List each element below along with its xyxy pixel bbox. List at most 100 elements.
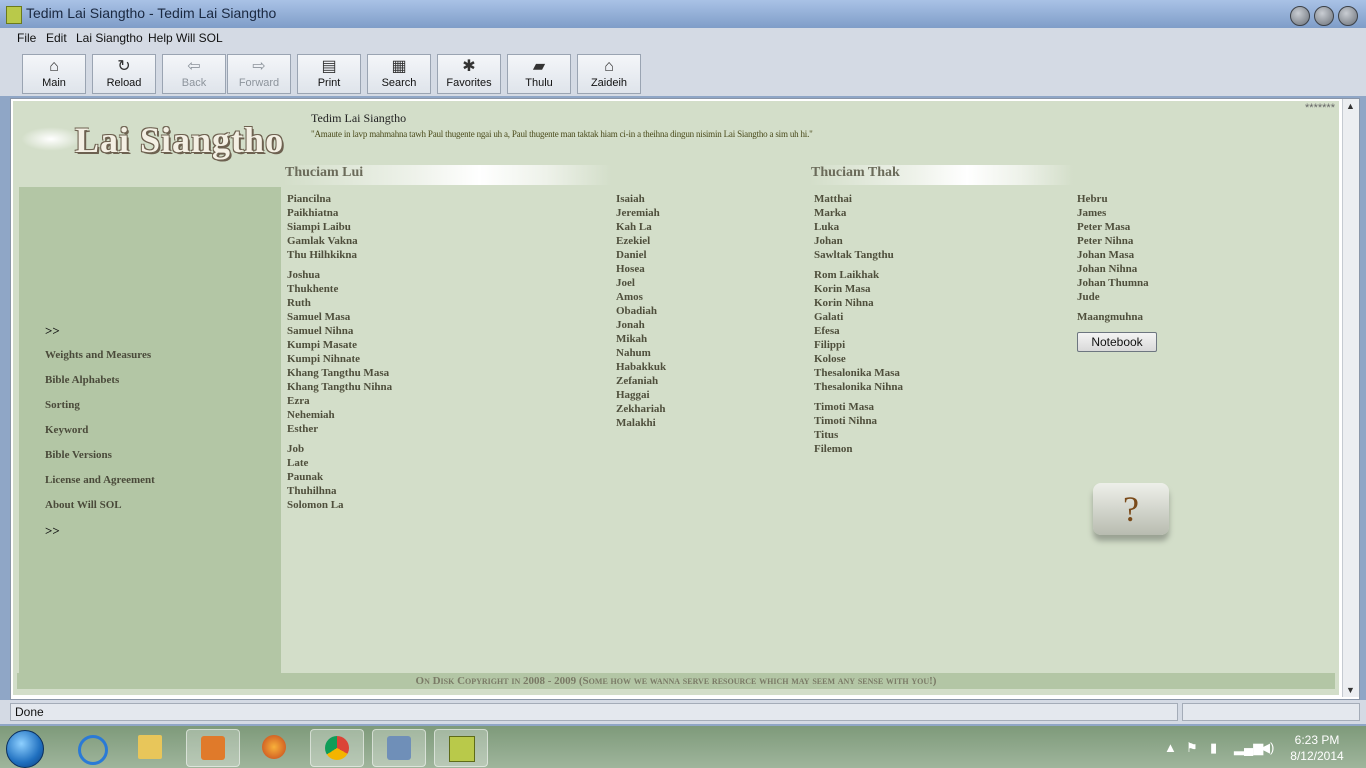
- book-link[interactable]: Piancilna: [287, 193, 331, 205]
- book-link[interactable]: Jeremiah: [616, 207, 660, 219]
- book-link[interactable]: Jonah: [616, 319, 645, 331]
- book-link[interactable]: Kolose: [814, 353, 846, 365]
- book-link[interactable]: Hosea: [616, 263, 645, 275]
- book-link[interactable]: Ezra: [287, 395, 310, 407]
- favorites-button[interactable]: ✱ Favorites: [437, 54, 501, 94]
- main-button[interactable]: ⌂ Main: [22, 54, 86, 94]
- book-link[interactable]: Joshua: [287, 269, 320, 281]
- book-link[interactable]: Ezekiel: [616, 235, 650, 247]
- book-link[interactable]: Kumpi Masate: [287, 339, 357, 351]
- print-button[interactable]: ▤ Print: [297, 54, 361, 94]
- book-link[interactable]: Kah La: [616, 221, 652, 233]
- book-link[interactable]: Filippi: [814, 339, 845, 351]
- book-link[interactable]: Mikah: [616, 333, 647, 345]
- help-icon[interactable]: ?: [1093, 483, 1169, 535]
- book-link[interactable]: Thukhente: [287, 283, 338, 295]
- volume-icon[interactable]: ◀): [1260, 740, 1274, 756]
- book-link[interactable]: Hebru: [1077, 193, 1108, 205]
- thulu-button[interactable]: ▰ Thulu: [507, 54, 571, 94]
- book-link[interactable]: Korin Masa: [814, 283, 871, 295]
- book-link[interactable]: Gamlak Vakna: [287, 235, 358, 247]
- book-link[interactable]: Kumpi Nihnate: [287, 353, 360, 365]
- book-link[interactable]: Joel: [616, 277, 635, 289]
- book-link[interactable]: Esther: [287, 423, 318, 435]
- book-link[interactable]: Paunak: [287, 471, 323, 483]
- book-link[interactable]: Johan Masa: [1077, 249, 1134, 261]
- book-link[interactable]: Jude: [1077, 291, 1100, 303]
- book-link[interactable]: Sawltak Tangthu: [814, 249, 894, 261]
- book-link[interactable]: Nahum: [616, 347, 651, 359]
- book-link[interactable]: Timoti Nihna: [814, 415, 877, 427]
- book-link[interactable]: Solomon La: [287, 499, 344, 511]
- book-link[interactable]: Galati: [814, 311, 843, 323]
- sidebar-item-keyword[interactable]: Keyword: [45, 424, 88, 436]
- search-button[interactable]: ▦ Search: [367, 54, 431, 94]
- taskbar-control-panel[interactable]: [372, 729, 426, 767]
- book-link[interactable]: Khang Tangthu Nihna: [287, 381, 392, 393]
- book-link[interactable]: Thesalonika Nihna: [814, 381, 903, 393]
- vertical-scrollbar[interactable]: ▲ ▼: [1342, 99, 1359, 697]
- minimize-button[interactable]: [1290, 6, 1310, 26]
- sidebar-item-alphabets[interactable]: Bible Alphabets: [45, 374, 119, 386]
- book-link[interactable]: Efesa: [814, 325, 840, 337]
- book-link[interactable]: Zefaniah: [616, 375, 658, 387]
- menu-lai-siangtho[interactable]: Lai Siangtho: [76, 31, 143, 45]
- tray-expand-icon[interactable]: ▲: [1164, 740, 1177, 755]
- zaideih-button[interactable]: ⌂ Zaideih: [577, 54, 641, 94]
- sidebar-chevron-top[interactable]: >>: [45, 323, 60, 339]
- book-link[interactable]: Johan Thumna: [1077, 277, 1149, 289]
- book-link[interactable]: Paikhiatna: [287, 207, 338, 219]
- book-link[interactable]: Thuhilhna: [287, 485, 337, 497]
- book-link[interactable]: Peter Masa: [1077, 221, 1130, 233]
- action-center-flag-icon[interactable]: ⚑: [1186, 740, 1198, 756]
- book-link[interactable]: Malakhi: [616, 417, 656, 429]
- book-link[interactable]: Timoti Masa: [814, 401, 874, 413]
- menu-edit[interactable]: Edit: [46, 31, 67, 45]
- book-link[interactable]: Johan: [814, 235, 843, 247]
- sidebar-item-sorting[interactable]: Sorting: [45, 399, 80, 411]
- book-link[interactable]: Obadiah: [616, 305, 657, 317]
- book-link[interactable]: Maangmuhna: [1077, 311, 1143, 323]
- book-link[interactable]: Haggai: [616, 389, 650, 401]
- book-link[interactable]: Samuel Nihna: [287, 325, 353, 337]
- book-link[interactable]: Filemon: [814, 443, 853, 455]
- book-link[interactable]: Late: [287, 457, 308, 469]
- close-button[interactable]: [1338, 6, 1358, 26]
- book-link[interactable]: Job: [287, 443, 304, 455]
- book-link[interactable]: Luka: [814, 221, 839, 233]
- taskbar-ie[interactable]: [64, 729, 116, 765]
- sidebar-item-weights[interactable]: Weights and Measures: [45, 349, 151, 361]
- notebook-button[interactable]: Notebook: [1077, 332, 1157, 352]
- book-link[interactable]: Johan Nihna: [1077, 263, 1137, 275]
- book-link[interactable]: Thu Hilhkikna: [287, 249, 357, 261]
- reload-button[interactable]: ↻ Reload: [92, 54, 156, 94]
- book-link[interactable]: Samuel Masa: [287, 311, 350, 323]
- taskbar-chrome[interactable]: [310, 729, 364, 767]
- book-link[interactable]: Daniel: [616, 249, 647, 261]
- book-link[interactable]: Amos: [616, 291, 643, 303]
- scroll-down-icon[interactable]: ▼: [1346, 685, 1355, 695]
- network-icon[interactable]: ▂▄▆: [1234, 740, 1263, 756]
- book-link[interactable]: Peter Nihna: [1077, 235, 1133, 247]
- sidebar-item-license[interactable]: License and Agreement: [45, 474, 155, 486]
- book-link[interactable]: Khang Tangthu Masa: [287, 367, 389, 379]
- book-link[interactable]: Zekhariah: [616, 403, 666, 415]
- sidebar-item-about[interactable]: About Will SOL: [45, 499, 122, 511]
- book-link[interactable]: Thesalonika Masa: [814, 367, 900, 379]
- book-link[interactable]: Nehemiah: [287, 409, 335, 421]
- book-link[interactable]: Siampi Laibu: [287, 221, 351, 233]
- maximize-button[interactable]: [1314, 6, 1334, 26]
- taskbar-will-sol[interactable]: [434, 729, 488, 767]
- forward-button[interactable]: ⇨ Forward: [227, 54, 291, 94]
- menu-help[interactable]: Help Will SOL: [148, 31, 223, 45]
- book-link[interactable]: Matthai: [814, 193, 852, 205]
- book-link[interactable]: Rom Laikhak: [814, 269, 879, 281]
- book-link[interactable]: James: [1077, 207, 1106, 219]
- book-link[interactable]: Isaiah: [616, 193, 645, 205]
- back-button[interactable]: ⇦ Back: [162, 54, 226, 94]
- taskbar-explorer[interactable]: [124, 729, 176, 765]
- scroll-up-icon[interactable]: ▲: [1346, 101, 1355, 111]
- taskbar-media-player[interactable]: [186, 729, 240, 767]
- device-icon[interactable]: ▮: [1210, 740, 1217, 756]
- book-link[interactable]: Korin Nihna: [814, 297, 874, 309]
